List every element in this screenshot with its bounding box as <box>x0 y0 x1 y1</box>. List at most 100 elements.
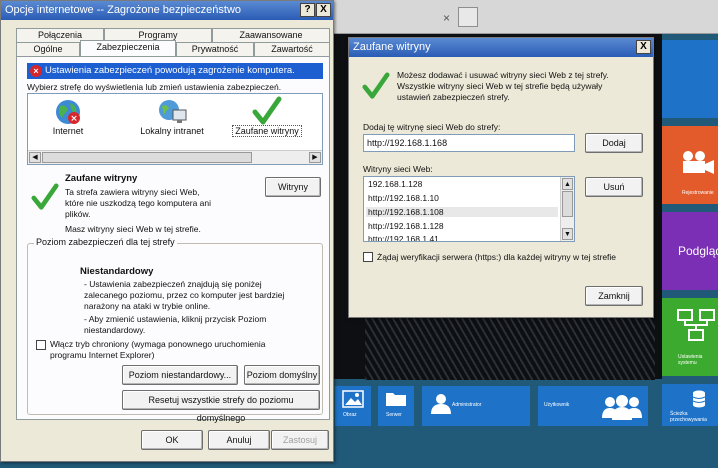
security-level-group-label: Poziom zabezpieczeń dla tej strefy <box>34 237 177 247</box>
cancel-button[interactable]: Anuluj <box>208 430 270 450</box>
svg-text:×: × <box>70 114 78 124</box>
sites-list[interactable]: 192.168.1.128 http://192.168.1.10 http:/… <box>363 176 575 242</box>
shield-warning-icon: × <box>30 65 42 77</box>
scroll-down-arrow[interactable]: ▼ <box>562 228 573 240</box>
protected-mode-label[interactable]: Włącz tryb chroniony (wymaga ponownego u… <box>50 339 300 361</box>
security-level-line-1: - Ustawienia zabezpieczeń znajdują się p… <box>84 279 285 311</box>
ok-button[interactable]: OK <box>141 430 203 450</box>
zones-list: × Internet Lokalny intranet Zaufane witr… <box>27 93 323 165</box>
trusted-sites-dialog: Zaufane witryny X Możesz dodawać i usuwa… <box>348 37 654 318</box>
tab-general[interactable]: Ogólne <box>16 42 80 56</box>
https-verify-checkbox[interactable] <box>363 252 373 262</box>
add-button[interactable]: Dodaj <box>585 133 643 153</box>
zone-trusted-sites-label: Zaufane witryny <box>232 125 302 137</box>
custom-level-button[interactable]: Poziom niestandardowy... <box>122 365 238 385</box>
camera-icon <box>683 151 714 174</box>
trusted-sites-close-button[interactable]: X <box>636 40 651 54</box>
trusted-checkmark-icon <box>31 183 59 210</box>
globe-icon: × <box>56 100 80 124</box>
browser-tabbar: × <box>330 0 718 34</box>
tile-image-label: Obraz <box>343 412 357 418</box>
network-icon <box>677 309 715 341</box>
checkmark-icon <box>252 96 282 125</box>
tile-preview[interactable]: Podgląd <box>662 212 718 290</box>
site-item[interactable]: http://192.168.1.10 <box>368 193 439 203</box>
https-verify-label[interactable]: Żądaj weryfikacji serwera (https:) dla k… <box>377 252 649 262</box>
zone-intranet[interactable]: Lokalny intranet <box>132 98 212 142</box>
zone-internet-label: Internet <box>52 126 84 136</box>
add-site-input[interactable]: http://192.168.1.168 <box>363 134 575 152</box>
security-level-line-2: - Aby zmienić ustawienia, kliknij przyci… <box>84 314 267 335</box>
tabs-row-2: Ogólne Zabezpieczenia Prywatność Zawarto… <box>16 40 330 56</box>
tile-server[interactable]: Serwer <box>378 386 414 426</box>
trusted-sites-close-btn[interactable]: Zamknij <box>585 286 643 306</box>
site-item[interactable]: 192.168.1.128 <box>368 179 422 189</box>
new-tab-button[interactable] <box>458 7 478 27</box>
security-warning-bar: × Ustawienia zabezpieczeń powodują zagro… <box>27 63 323 79</box>
tile-image[interactable]: Obraz <box>335 386 371 426</box>
internet-options-titlebar[interactable]: Opcje internetowe -- Zagrożone bezpiecze… <box>1 1 333 20</box>
tile-user[interactable]: Użytkownik <box>538 386 648 426</box>
close-button[interactable]: X <box>316 3 331 17</box>
tile-record[interactable]: Rejestrowanie <box>662 126 718 204</box>
zone-internet[interactable]: × Internet <box>38 98 98 142</box>
zone-trusted-sites[interactable]: Zaufane witryny <box>230 96 304 142</box>
tile-server-label: Serwer <box>386 412 402 418</box>
internet-options-title: Opcje internetowe -- Zagrożone bezpiecze… <box>5 4 242 16</box>
remove-button[interactable]: Usuń <box>585 177 643 197</box>
security-tab-panel: × Ustawienia zabezpieczeń powodują zagro… <box>16 56 330 423</box>
apply-button[interactable]: Zastosuj <box>271 430 329 450</box>
tile-record-label: Rejestrowanie <box>682 190 714 196</box>
scroll-right-arrow[interactable]: ▶ <box>309 152 321 163</box>
trusted-sites-title: Zaufane witryny <box>353 41 431 53</box>
zone-prompt: Wybierz strefę do wyświetlenia lub zmień… <box>27 82 282 92</box>
intranet-icon <box>159 100 187 123</box>
tab-advanced[interactable]: Zaawansowane <box>212 28 330 42</box>
scroll-thumb[interactable] <box>42 152 252 163</box>
site-item[interactable]: http://192.168.1.41 <box>368 234 439 241</box>
tile-admin[interactable]: Administrator <box>422 386 530 426</box>
image-icon <box>342 390 364 408</box>
site-item-selected[interactable]: http://192.168.1.108 <box>366 207 558 217</box>
zones-scrollbar[interactable]: ◀ ▶ <box>28 150 322 164</box>
help-button[interactable]: ? <box>300 3 315 17</box>
security-level-title: Niestandardowy <box>80 266 154 277</box>
security-warning-text: Ustawienia zabezpieczeń powodują zagroże… <box>45 65 295 76</box>
tab-security[interactable]: Zabezpieczenia <box>80 40 176 56</box>
zone-sites-note: Masz witryny sieci Web w tej strefie. <box>65 224 201 234</box>
add-site-label: Dodaj tę witrynę sieci Web do strefy: <box>363 122 501 132</box>
default-level-button[interactable]: Poziom domyślny <box>244 365 320 385</box>
zone-description: Ta strefa zawiera witryny sieci Web, któ… <box>65 187 212 219</box>
tab-close-icon[interactable]: × <box>443 11 450 25</box>
scroll-left-arrow[interactable]: ◀ <box>29 152 41 163</box>
trusted-sites-info: Możesz dodawać i usuwać witryny sieci We… <box>397 70 609 102</box>
tab-privacy[interactable]: Prywatność <box>176 42 254 56</box>
tab-content[interactable]: Zawartość <box>254 42 330 56</box>
zone-title: Zaufane witryny <box>65 173 138 184</box>
sites-button[interactable]: Witryny <box>265 177 321 197</box>
tile-storage-path-label: Ścieżka przechowywania <box>670 411 707 423</box>
tile-preview-label: Podgląd <box>678 244 718 258</box>
tile-storage-path[interactable]: Ścieżka przechowywania <box>662 384 718 426</box>
tile-user-label: Użytkownik <box>544 402 570 408</box>
trusted-sites-checkmark-icon <box>362 72 390 99</box>
scroll-thumb[interactable] <box>562 191 573 217</box>
protected-mode-checkbox[interactable] <box>36 340 46 350</box>
site-item[interactable]: http://192.168.1.128 <box>368 221 444 231</box>
trusted-sites-titlebar[interactable]: Zaufane witryny X <box>349 38 653 57</box>
zone-intranet-label: Lokalny intranet <box>140 126 204 136</box>
decorative-mesh <box>365 318 655 380</box>
sites-list-scrollbar[interactable]: ▲ ▼ <box>560 177 574 241</box>
tile-admin-label: Administrator <box>452 402 482 408</box>
tile-blue-top[interactable] <box>662 40 718 118</box>
tile-system-settings[interactable]: Ustawienia systemu <box>662 298 718 376</box>
tile-system-settings-label: Ustawienia systemu <box>678 354 703 366</box>
sites-list-label: Witryny sieci Web: <box>363 164 433 174</box>
internet-options-dialog: Opcje internetowe -- Zagrożone bezpiecze… <box>0 0 334 462</box>
database-icon <box>692 390 706 408</box>
scroll-up-arrow[interactable]: ▲ <box>562 178 573 190</box>
folder-icon <box>386 393 406 406</box>
admin-icon <box>431 394 451 414</box>
reset-all-zones-button[interactable]: Resetuj wszystkie strefy do poziomu domy… <box>122 390 320 423</box>
users-icon <box>602 395 642 420</box>
